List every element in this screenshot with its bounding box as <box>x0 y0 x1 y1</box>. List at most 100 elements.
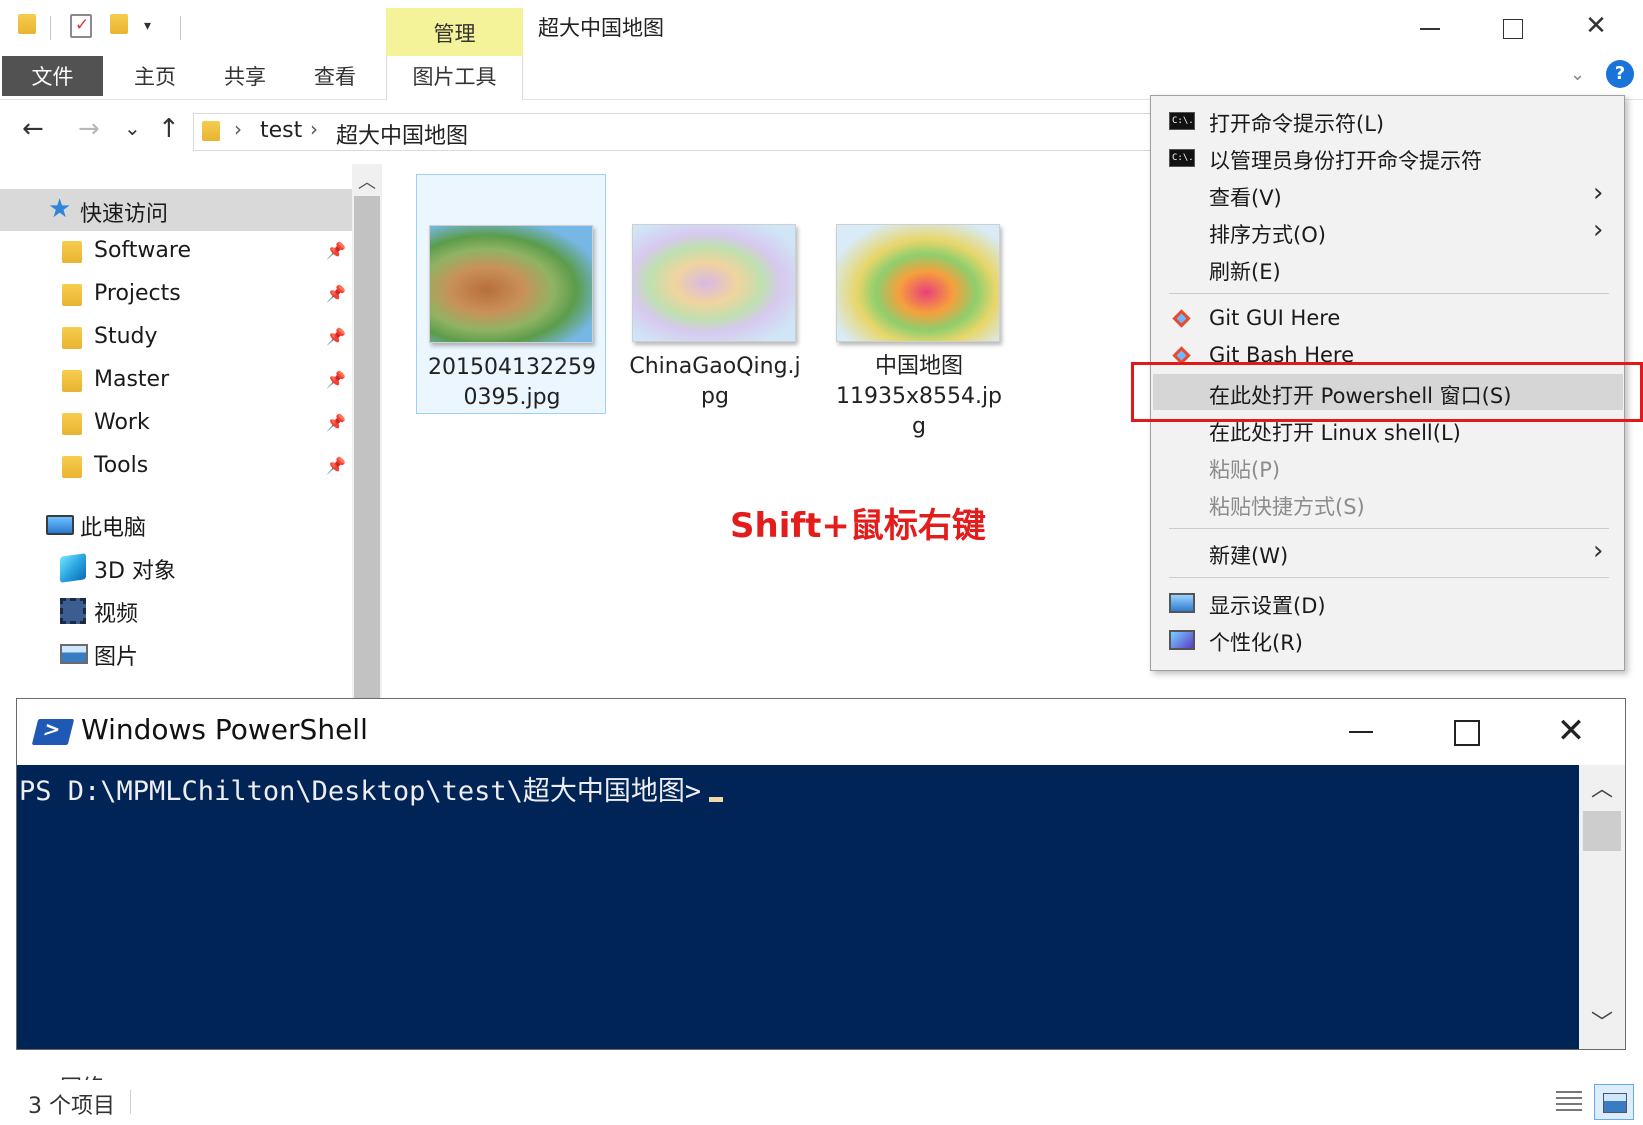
menu-item-sort-by[interactable]: 排序方式(O) › <box>1153 213 1623 249</box>
nav-item-projects[interactable]: Projects 📌 <box>0 274 352 316</box>
pin-icon[interactable]: 📌 <box>326 327 346 346</box>
file-name-line: 中国地图 <box>874 354 963 379</box>
menu-item-open-cmd-admin[interactable]: C:\. 以管理员身份打开命令提示符 <box>1153 139 1623 175</box>
file-name-line: ChinaGaoQing.j <box>629 354 801 379</box>
tab-share[interactable]: 共享 <box>210 56 280 96</box>
title-bar: ▾ 管理 超大中国地图 ✕ <box>0 0 1643 56</box>
pin-icon[interactable]: 📌 <box>326 284 346 303</box>
help-icon[interactable]: ? <box>1606 60 1634 88</box>
menu-item-paste-shortcut[interactable]: 粘贴快捷方式(S) <box>1153 485 1623 521</box>
nav-item-pictures[interactable]: 图片 <box>0 632 352 674</box>
minimize-button[interactable] <box>1400 8 1460 48</box>
scrollbar-thumb[interactable] <box>1583 811 1621 851</box>
menu-divider <box>1169 577 1609 578</box>
menu-item-label: 查看(V) <box>1209 186 1282 210</box>
menu-item-refresh[interactable]: 刷新(E) <box>1153 250 1623 286</box>
menu-item-display-settings[interactable]: 显示设置(D) <box>1153 584 1623 620</box>
menu-item-personalize[interactable]: 个性化(R) <box>1153 621 1623 657</box>
recent-locations-chevron-icon[interactable]: ⌄ <box>124 116 141 140</box>
nav-item-3d-objects[interactable]: 3D 对象 <box>0 546 352 588</box>
submenu-arrow-icon: › <box>1593 178 1604 208</box>
menu-item-label: 显示设置(D) <box>1209 594 1326 618</box>
menu-divider <box>1169 293 1609 294</box>
address-bar[interactable]: › test › 超大中国地图 <box>193 113 1153 151</box>
nav-item-tools[interactable]: Tools 📌 <box>0 446 352 488</box>
folder-icon <box>62 327 82 349</box>
breadcrumb-separator-icon: › <box>234 117 242 141</box>
menu-item-label: 新建(W) <box>1209 544 1289 568</box>
cmd-icon: C:\. <box>1169 112 1195 130</box>
maximize-button[interactable] <box>1482 8 1542 48</box>
nav-item-videos[interactable]: 视频 <box>0 589 352 631</box>
folder-icon <box>202 121 220 141</box>
file-name: ChinaGaoQing.j pg <box>620 352 810 412</box>
pin-icon[interactable]: 📌 <box>326 370 346 389</box>
scroll-down-icon[interactable]: ﹀ <box>1591 1005 1613 1037</box>
file-item[interactable]: 中国地图 11935x8554.jp g <box>824 174 1014 439</box>
menu-item-view[interactable]: 查看(V) › <box>1153 176 1623 212</box>
menu-item-label: 排序方式(O) <box>1209 223 1326 247</box>
details-view-icon[interactable] <box>1556 1088 1586 1114</box>
map-thumbnail <box>632 224 796 342</box>
folder-icon <box>62 456 82 478</box>
window-title: 超大中国地图 <box>538 16 664 40</box>
tab-home[interactable]: 主页 <box>120 56 190 96</box>
powershell-icon <box>31 719 75 745</box>
console-area[interactable]: PS D:\MPMLChilton\Desktop\test\超大中国地图> <box>17 765 1579 1049</box>
breadcrumb-test[interactable]: test <box>260 118 302 143</box>
submenu-arrow-icon: › <box>1593 536 1604 566</box>
breadcrumb-current-folder[interactable]: 超大中国地图 <box>336 118 468 150</box>
close-button[interactable]: ✕ <box>1541 711 1601 753</box>
close-button[interactable]: ✕ <box>1566 6 1626 46</box>
tab-view[interactable]: 查看 <box>300 56 370 96</box>
pin-icon[interactable]: 📌 <box>326 413 346 432</box>
nav-quick-access[interactable]: ★ 快速访问 <box>0 189 352 231</box>
folder-icon <box>18 14 36 34</box>
new-folder-icon[interactable] <box>110 14 128 34</box>
menu-item-label: 打开命令提示符(L) <box>1209 112 1385 136</box>
nav-this-pc[interactable]: 此电脑 <box>0 503 352 545</box>
tab-picture-tools[interactable]: 图片工具 <box>386 56 523 100</box>
up-arrow-icon[interactable]: ↑ <box>158 114 180 144</box>
console-scrollbar[interactable]: ︿ ﹀ <box>1579 765 1625 1049</box>
file-item[interactable]: 201504132259 0395.jpg <box>416 174 606 414</box>
display-icon <box>1169 593 1195 613</box>
menu-item-new[interactable]: 新建(W) › <box>1153 534 1623 570</box>
forward-arrow-icon[interactable]: → <box>78 114 100 144</box>
breadcrumb-separator-icon: › <box>310 117 318 141</box>
maximize-button[interactable] <box>1435 711 1495 753</box>
powershell-title-bar[interactable]: Windows PowerShell ✕ <box>17 699 1625 765</box>
back-arrow-icon[interactable]: ← <box>22 114 44 144</box>
nav-item-work[interactable]: Work 📌 <box>0 403 352 445</box>
properties-icon[interactable] <box>70 14 92 38</box>
nav-label: 视频 <box>94 602 139 627</box>
scrollbar-thumb[interactable] <box>354 196 380 716</box>
menu-item-paste[interactable]: 粘贴(P) <box>1153 448 1623 484</box>
3d-objects-icon <box>60 553 86 583</box>
nav-item-study[interactable]: Study 📌 <box>0 317 352 359</box>
nav-label: Master <box>94 367 170 392</box>
menu-item-open-cmd[interactable]: C:\. 打开命令提示符(L) <box>1153 102 1623 138</box>
nav-label: 图片 <box>94 645 139 670</box>
file-item[interactable]: ChinaGaoQing.j pg <box>620 174 810 414</box>
scroll-up-icon[interactable]: ︿ <box>1591 771 1613 803</box>
scroll-up-icon[interactable]: ︿ <box>358 168 376 194</box>
menu-item-label: Git GUI Here <box>1209 306 1341 330</box>
nav-item-master[interactable]: Master 📌 <box>0 360 352 402</box>
pin-icon[interactable]: 📌 <box>326 241 346 260</box>
divider <box>130 1090 131 1114</box>
menu-item-git-gui[interactable]: Git GUI Here <box>1153 300 1623 336</box>
nav-item-software[interactable]: Software 📌 <box>0 231 352 273</box>
nav-label: 3D 对象 <box>94 559 176 584</box>
expand-ribbon-chevron-icon[interactable]: ⌄ <box>1570 64 1585 85</box>
tab-manage[interactable]: 管理 <box>386 8 523 56</box>
powershell-title: Windows PowerShell <box>81 713 368 746</box>
nav-label: 此电脑 <box>80 516 147 541</box>
pin-icon[interactable]: 📌 <box>326 456 346 475</box>
large-icons-view-icon[interactable] <box>1594 1084 1634 1120</box>
console-prompt: PS D:\MPMLChilton\Desktop\test\超大中国地图> <box>19 769 724 808</box>
tab-file[interactable]: 文件 <box>2 56 103 96</box>
ribbon-tabs: 文件 主页 共享 查看 图片工具 ⌄ ? <box>0 56 1643 100</box>
customize-quick-access-icon[interactable]: ▾ <box>144 18 151 34</box>
minimize-button[interactable] <box>1331 711 1391 753</box>
